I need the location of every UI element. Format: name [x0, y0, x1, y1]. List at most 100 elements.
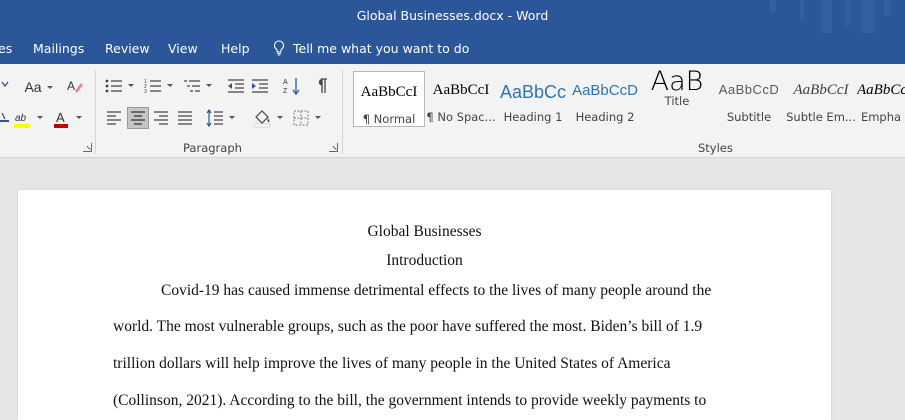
increase-indent-icon[interactable] [250, 76, 270, 96]
increase-indent-glyph [252, 79, 268, 93]
highlighter-glyph: ab [14, 113, 30, 128]
svg-text:Z: Z [283, 88, 288, 95]
clear-formatting-icon[interactable]: A [65, 75, 85, 97]
style-label: ¶ Normal [362, 112, 416, 126]
style-preview: AaBbCc [499, 82, 567, 102]
style-emphasis[interactable]: AaBbCcI Empha [857, 70, 905, 127]
title-bar: Global Businesses.docx - Word [0, 0, 905, 33]
body-line: Covid-19 has caused immense detrimental … [161, 282, 712, 299]
style-heading-1[interactable]: AaBbCc Heading 1 [497, 70, 569, 127]
paint-bucket-glyph [253, 110, 271, 128]
justify-glyph [178, 111, 192, 125]
change-case-button[interactable]: Aa [22, 77, 44, 97]
numbering-glyph: 123 [144, 79, 161, 93]
bullets-dropdown[interactable] [128, 84, 134, 87]
style-subtitle[interactable]: AaBbCcD Subtitle [713, 70, 785, 127]
style-preview: AaBbCcD [572, 82, 638, 99]
sort-glyph: AZ [283, 78, 300, 96]
style-label: Heading 1 [503, 110, 563, 124]
bullets-glyph [105, 79, 122, 93]
document-title: Global Businesses [367, 223, 482, 240]
line-spacing-icon[interactable] [205, 107, 225, 129]
style-heading-2[interactable]: AaBbCcD Heading 2 [569, 70, 641, 127]
style-preview: AaBbCcI [857, 82, 905, 98]
svg-text:ab: ab [15, 113, 27, 124]
numbering-icon[interactable]: 123 [143, 76, 163, 96]
change-case-label: Aa [24, 79, 42, 95]
align-left-glyph [107, 111, 121, 125]
pilcrow-glyph [318, 78, 327, 93]
section-heading: Introduction [386, 252, 463, 269]
decrease-indent-icon[interactable] [226, 76, 246, 96]
style-normal[interactable]: AaBbCcI ¶ Normal [353, 71, 425, 127]
window-title: Global Businesses.docx - Word [356, 8, 549, 23]
tab-view[interactable]: View [168, 41, 198, 56]
svg-text:3: 3 [144, 89, 147, 93]
group-separator [342, 70, 343, 154]
borders-glyph [293, 110, 309, 126]
font-size-decrease-icon[interactable] [0, 78, 10, 96]
shading-icon[interactable] [251, 106, 273, 130]
borders-dropdown[interactable] [315, 116, 321, 119]
style-subtle-emphasis[interactable]: AaBbCcI Subtle Em... [785, 70, 857, 127]
align-center-glyph [131, 111, 145, 125]
body-line: trillion dollars will help improve the l… [113, 355, 671, 372]
tell-me-text: Tell me what you want to do [293, 41, 470, 56]
body-line: (Collinson, 2021). According to the bill… [113, 392, 707, 409]
bullets-icon[interactable] [104, 76, 124, 96]
style-label: Subtitle [726, 110, 772, 124]
shading-dropdown[interactable] [277, 116, 283, 119]
highlight-color-icon[interactable]: ab [12, 108, 32, 130]
tab-mailings[interactable]: Mailings [33, 41, 84, 56]
align-left-icon[interactable] [104, 108, 124, 128]
multilevel-list-icon[interactable] [182, 76, 202, 96]
change-case-dropdown[interactable] [47, 86, 53, 89]
font-shrink-glyph [1, 81, 9, 88]
tell-me-box[interactable]: Tell me what you want to do [273, 40, 469, 56]
decrease-indent-glyph [228, 79, 244, 93]
font-color-glyph: A [54, 110, 68, 128]
numbering-dropdown[interactable] [167, 84, 173, 87]
ribbon: Aa A ab A 123 AZ Paragraph AaBbCcI ¶ Nor… [0, 64, 905, 158]
svg-text:A: A [67, 79, 75, 93]
body-line: world. The most vulnerable groups, such … [113, 318, 703, 335]
line-spacing-dropdown[interactable] [229, 116, 235, 119]
style-label: Heading 2 [575, 110, 635, 124]
show-formatting-marks-icon[interactable] [312, 75, 332, 97]
eraser-glyph: A [67, 79, 83, 93]
align-right-glyph [154, 111, 168, 125]
tab-references[interactable]: es [0, 41, 12, 56]
svg-text:A: A [56, 110, 65, 125]
align-right-icon[interactable] [151, 108, 171, 128]
svg-text:A: A [283, 79, 288, 86]
font-color-icon[interactable]: A [52, 108, 70, 130]
multilevel-list-dropdown[interactable] [206, 84, 212, 87]
highlight-color-dropdown[interactable] [37, 116, 43, 119]
style-preview: AaBbCcI [432, 82, 490, 98]
align-center-icon[interactable] [127, 107, 149, 129]
paragraph-group-label: Paragraph [183, 141, 242, 155]
style-preview: AaBbCcD [718, 82, 780, 97]
font-dialog-launcher[interactable] [83, 143, 92, 152]
style-preview: AaBbCcI [793, 82, 849, 98]
style-label: Empha [860, 110, 902, 124]
style-title[interactable]: AaB Title [641, 66, 713, 127]
document-page[interactable]: Global Businesses Introduction Covid-19 … [18, 190, 831, 420]
style-no-spacing[interactable]: AaBbCcI ¶ No Spac... [425, 70, 497, 127]
text-effects-icon[interactable] [0, 108, 10, 128]
style-preview: AaB [650, 66, 704, 92]
tab-review[interactable]: Review [105, 41, 150, 56]
styles-group-label: Styles [698, 141, 733, 155]
group-separator [95, 70, 96, 154]
multilevel-glyph [184, 80, 200, 92]
ribbon-tabs: es Mailings Review View Help Tell me wha… [0, 33, 905, 64]
justify-icon[interactable] [175, 108, 195, 128]
style-preview: AaBbCcI [360, 84, 418, 100]
font-color-dropdown[interactable] [76, 116, 82, 119]
borders-icon[interactable] [291, 108, 311, 128]
style-label: Title [664, 94, 690, 108]
style-label: Subtle Em... [786, 110, 856, 124]
paragraph-dialog-launcher[interactable] [329, 143, 338, 152]
tab-help[interactable]: Help [221, 41, 250, 56]
sort-icon[interactable]: AZ [282, 75, 302, 97]
